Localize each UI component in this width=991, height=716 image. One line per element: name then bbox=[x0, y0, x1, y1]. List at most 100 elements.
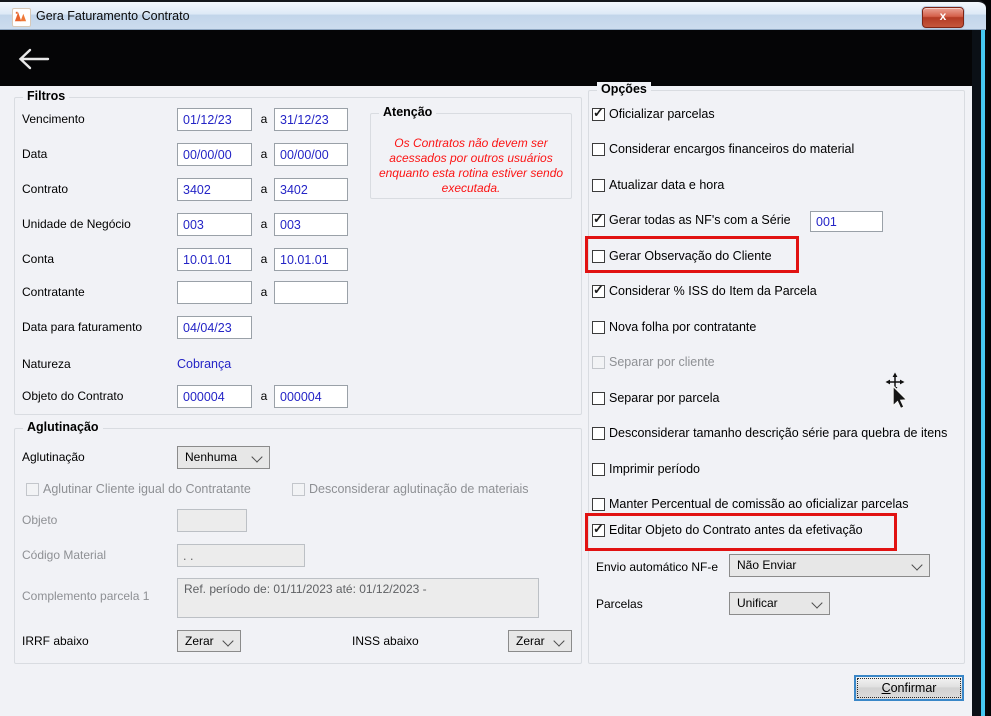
serie-input[interactable] bbox=[810, 211, 883, 232]
data-to-input[interactable] bbox=[274, 143, 348, 166]
range-separator: a bbox=[258, 178, 270, 201]
codigo-material-input bbox=[177, 544, 305, 567]
range-separator: a bbox=[258, 385, 270, 408]
checkbox-label: Imprimir período bbox=[609, 461, 700, 478]
manter-percentual-comissao-checkbox[interactable] bbox=[592, 498, 605, 511]
contratante-from-input[interactable] bbox=[177, 281, 252, 304]
aglutinacao-selected-value: Nenhuma bbox=[185, 450, 237, 464]
title-bar: Gera Faturamento Contrato x bbox=[0, 0, 986, 30]
checkbox-label: Oficializar parcelas bbox=[609, 106, 715, 123]
imprimir-periodo-checkbox[interactable] bbox=[592, 463, 605, 476]
checkbox-label: Manter Percentual de comissão ao oficial… bbox=[609, 496, 908, 513]
field-label: Complemento parcela 1 bbox=[22, 585, 149, 608]
filters-group-title: Filtros bbox=[23, 89, 69, 103]
vencimento-from-input[interactable] bbox=[177, 108, 252, 131]
field-label: IRRF abaixo bbox=[22, 630, 89, 653]
field-label: Código Material bbox=[22, 544, 106, 567]
contratante-to-input[interactable] bbox=[274, 281, 348, 304]
checkbox-label: Separar por parcela bbox=[609, 390, 719, 407]
aglutinacao-select[interactable]: Nenhuma bbox=[177, 446, 270, 469]
unidade-from-input[interactable] bbox=[177, 213, 252, 236]
inss-selected-value: Zerar bbox=[516, 634, 545, 648]
checkbox-label: Aglutinar Cliente igual do Contratante bbox=[43, 481, 251, 498]
window-title: Gera Faturamento Contrato bbox=[36, 9, 190, 23]
unidade-to-input[interactable] bbox=[274, 213, 348, 236]
warning-text: Os Contratos não devem ser acessados por… bbox=[377, 136, 565, 196]
range-separator: a bbox=[258, 248, 270, 271]
options-group-title: Opções bbox=[597, 82, 651, 96]
oficializar-parcelas-checkbox[interactable]: ✓ bbox=[592, 108, 605, 121]
inss-abaixo-select[interactable]: Zerar bbox=[508, 630, 572, 652]
chevron-down-icon bbox=[811, 597, 822, 608]
range-separator: a bbox=[258, 281, 270, 304]
field-label: Envio automático NF-e bbox=[596, 556, 718, 579]
navigation-header bbox=[0, 30, 986, 86]
field-label: INSS abaixo bbox=[352, 630, 419, 653]
confirm-label-initial: C bbox=[882, 681, 891, 695]
field-label: Objeto do Contrato bbox=[22, 385, 123, 408]
contrato-from-input[interactable] bbox=[177, 178, 252, 201]
data-faturamento-input[interactable] bbox=[177, 316, 252, 339]
chevron-down-icon bbox=[251, 451, 262, 462]
field-label: Objeto bbox=[22, 509, 57, 532]
checkbox-label: Considerar encargos financeiros do mater… bbox=[609, 141, 854, 158]
field-label: Contratante bbox=[22, 281, 85, 304]
desconsiderar-tamanho-descricao-checkbox[interactable] bbox=[592, 427, 605, 440]
contrato-to-input[interactable] bbox=[274, 178, 348, 201]
checkmark-icon: ✓ bbox=[593, 105, 604, 121]
agglutination-group-title: Aglutinação bbox=[23, 420, 103, 434]
field-label: Aglutinação bbox=[22, 446, 85, 469]
warning-title: Atenção bbox=[379, 105, 436, 119]
checkbox-label: Desconsiderar tamanho descrição série pa… bbox=[609, 425, 947, 442]
parcelas-select[interactable]: Unificar bbox=[729, 592, 830, 615]
checkbox-label: Gerar todas as NF's com a Série bbox=[609, 212, 791, 229]
objeto-contrato-to-input[interactable] bbox=[274, 385, 348, 408]
chevron-down-icon bbox=[553, 635, 564, 646]
complemento-parcela-textarea: Ref. período de: 01/11/2023 até: 01/12/2… bbox=[177, 578, 539, 618]
nova-folha-contratante-checkbox[interactable] bbox=[592, 321, 605, 334]
confirm-label-rest: onfirmar bbox=[891, 681, 937, 695]
field-label: Data para faturamento bbox=[22, 316, 142, 339]
range-separator: a bbox=[258, 143, 270, 166]
checkbox-label: Separar por cliente bbox=[609, 354, 715, 371]
field-label: Natureza bbox=[22, 353, 71, 376]
checkbox-label: Atualizar data e hora bbox=[609, 177, 724, 194]
conta-from-input[interactable] bbox=[177, 248, 252, 271]
checkbox-label: Desconsiderar aglutinação de materiais bbox=[309, 481, 529, 498]
considerar-encargos-checkbox[interactable] bbox=[592, 143, 605, 156]
app-logo-icon bbox=[12, 8, 31, 27]
field-label: Parcelas bbox=[596, 593, 643, 616]
vencimento-to-input[interactable] bbox=[274, 108, 348, 131]
warning-group: Atenção Os Contratos não devem ser acess… bbox=[370, 113, 572, 199]
gera-faturamento-contrato-dialog: Gera Faturamento Contrato x Filtros Venc… bbox=[0, 0, 991, 716]
natureza-value: Cobrança bbox=[177, 353, 231, 376]
close-button[interactable]: x bbox=[922, 7, 964, 28]
separar-por-parcela-checkbox[interactable] bbox=[592, 392, 605, 405]
checkbox-label: Nova folha por contratante bbox=[609, 319, 756, 336]
window-right-border bbox=[972, 30, 988, 716]
irrf-selected-value: Zerar bbox=[185, 634, 214, 648]
data-from-input[interactable] bbox=[177, 143, 252, 166]
parcelas-selected-value: Unificar bbox=[737, 596, 778, 610]
field-label: Data bbox=[22, 143, 47, 166]
mouse-cursor-move-icon bbox=[880, 372, 914, 416]
conta-to-input[interactable] bbox=[274, 248, 348, 271]
field-label: Contrato bbox=[22, 178, 68, 201]
checkmark-icon: ✓ bbox=[593, 282, 604, 298]
highlight-box-gerar-observacao bbox=[585, 236, 799, 273]
confirm-button[interactable]: Confirmar bbox=[854, 675, 964, 701]
considerar-iss-checkbox[interactable]: ✓ bbox=[592, 285, 605, 298]
irrf-abaixo-select[interactable]: Zerar bbox=[177, 630, 241, 652]
close-icon: x bbox=[940, 9, 947, 23]
field-label: Conta bbox=[22, 248, 54, 271]
gerar-nfs-serie-checkbox[interactable]: ✓ bbox=[592, 214, 605, 227]
envio-automatico-nfe-select[interactable]: Não Enviar bbox=[729, 554, 930, 577]
chevron-down-icon bbox=[911, 559, 922, 570]
atualizar-data-hora-checkbox[interactable] bbox=[592, 179, 605, 192]
chevron-down-icon bbox=[222, 635, 233, 646]
highlight-box-editar-objeto bbox=[585, 513, 897, 551]
range-separator: a bbox=[258, 108, 270, 131]
back-arrow-icon[interactable] bbox=[14, 45, 54, 73]
separar-por-cliente-checkbox bbox=[592, 356, 605, 369]
objeto-contrato-from-input[interactable] bbox=[177, 385, 252, 408]
